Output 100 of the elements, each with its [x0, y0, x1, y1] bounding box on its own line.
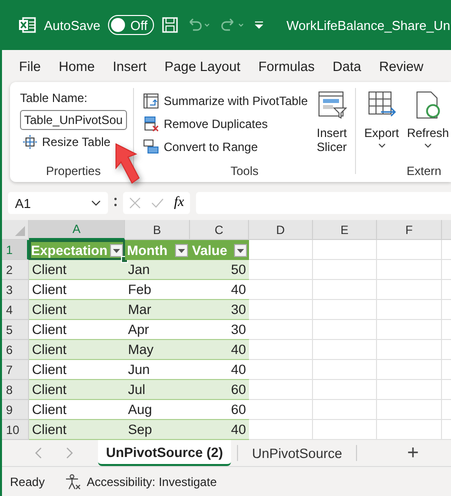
autosave-label: AutoSave [44, 18, 100, 32]
row-header[interactable]: 1 [2, 240, 29, 260]
pointer-arrow-icon [114, 143, 140, 185]
row-header[interactable]: 7 [2, 360, 29, 380]
ribbon-tab[interactable]: Data [326, 58, 368, 74]
redo-icon[interactable] [220, 17, 246, 33]
row-header[interactable]: 6 [2, 340, 29, 360]
row-header[interactable]: 2 [2, 260, 29, 280]
table-name-label: Table Name: [20, 91, 88, 105]
ribbon-tab[interactable]: File [12, 58, 48, 74]
table-cell: 50 [190, 260, 249, 280]
dropdown-icon [424, 143, 432, 148]
sheet-tab[interactable]: UnPivotSource (2) [98, 440, 232, 466]
slicer-icon [316, 90, 347, 120]
table-cell: Jul [125, 380, 190, 400]
refresh-button[interactable]: Refresh [404, 88, 451, 150]
filter-dropdown-icon[interactable] [234, 244, 247, 256]
remove-duplicates-button[interactable]: Remove Duplicates [140, 114, 311, 134]
row-header[interactable]: 3 [2, 280, 29, 300]
excel-logo-icon [18, 17, 36, 33]
column-header[interactable]: A [29, 220, 125, 240]
table-cell: Client [29, 420, 125, 440]
sheet-tab[interactable]: UnPivotSource [244, 440, 350, 466]
corner-triangle-icon [15, 226, 25, 236]
pivot-table-button[interactable]: Summarize with PivotTable [140, 91, 311, 111]
empty-cell[interactable] [313, 280, 377, 300]
empty-cell[interactable] [377, 300, 442, 320]
empty-cell[interactable] [313, 260, 377, 280]
row-header[interactable]: 8 [2, 380, 29, 400]
empty-cell[interactable] [377, 360, 442, 380]
table-cell: Sep [125, 420, 190, 440]
empty-cell[interactable] [313, 400, 377, 420]
empty-cell[interactable] [313, 300, 377, 320]
table-cell: Jan [125, 260, 190, 280]
accessibility-status[interactable]: Accessibility: Investigate [86, 474, 217, 488]
empty-cell[interactable] [377, 320, 442, 340]
remove-duplicates-icon [142, 116, 159, 132]
empty-cell[interactable] [313, 240, 377, 260]
autosave-toggle[interactable]: Off [108, 15, 154, 35]
select-all-corner[interactable] [2, 220, 29, 240]
table-cell: 40 [190, 420, 249, 440]
row-header[interactable]: 9 [2, 400, 29, 420]
empty-cell[interactable] [377, 260, 442, 280]
filter-dropdown-icon[interactable] [110, 244, 123, 256]
filter-dropdown-icon[interactable] [175, 244, 188, 256]
ribbon-tab[interactable]: Home [52, 58, 102, 74]
save-icon[interactable] [162, 17, 178, 33]
column-header[interactable]: F [377, 220, 442, 240]
table-cell: May [125, 340, 190, 360]
table-cell: Client [29, 300, 125, 320]
empty-cell[interactable] [377, 380, 442, 400]
table-cell: Client [29, 340, 125, 360]
column-header[interactable]: C [190, 220, 249, 240]
empty-cell[interactable] [313, 360, 377, 380]
table-cell: Client [29, 260, 125, 280]
group-label: Extern [406, 164, 442, 178]
row-header[interactable]: 5 [2, 320, 29, 340]
empty-cell[interactable] [313, 380, 377, 400]
accessibility-icon[interactable] [64, 474, 81, 490]
customize-toolbar-icon[interactable] [254, 20, 264, 30]
empty-cell[interactable] [377, 420, 442, 440]
empty-cell[interactable] [377, 280, 442, 300]
table-cell: 40 [190, 340, 249, 360]
empty-cell[interactable] [377, 400, 442, 420]
column-header[interactable]: B [125, 220, 190, 240]
empty-cell[interactable] [377, 240, 442, 260]
empty-cell[interactable] [377, 340, 442, 360]
next-sheet-icon[interactable] [66, 447, 74, 459]
empty-cell[interactable] [313, 340, 377, 360]
column-header[interactable]: D [249, 220, 313, 240]
enter-icon[interactable] [151, 197, 164, 209]
file-name: WorkLifeBalance_Share_Un [286, 18, 450, 32]
dropdown-icon [91, 200, 101, 206]
group-label: Tools [230, 164, 258, 178]
convert-to-range-button[interactable]: Convert to Range [140, 137, 311, 157]
empty-cell[interactable] [313, 320, 377, 340]
dropdown-icon [378, 143, 386, 148]
column-header[interactable]: E [313, 220, 377, 240]
table-cell: Client [29, 380, 125, 400]
resize-table-button[interactable]: Resize Table [20, 133, 114, 151]
previous-sheet-icon[interactable] [34, 447, 42, 459]
status-text: Ready [10, 474, 45, 488]
cancel-icon[interactable] [129, 197, 141, 209]
add-sheet-button[interactable]: + [403, 442, 423, 464]
row-header[interactable]: 4 [2, 300, 29, 320]
table-cell: 60 [190, 380, 249, 400]
convert-range-icon [142, 139, 159, 155]
export-button[interactable]: Export [362, 88, 401, 150]
ribbon-tab[interactable]: Insert [106, 58, 154, 74]
table-name-field[interactable]: Table_UnPivotSou [20, 110, 127, 130]
insert-function-button[interactable]: fx [174, 195, 184, 211]
empty-cell[interactable] [313, 420, 377, 440]
name-box[interactable]: A1 [8, 192, 108, 214]
ribbon-tab[interactable]: Review [372, 58, 430, 74]
row-header[interactable]: 10 [2, 420, 29, 440]
insert-slicer-button[interactable]: Insert Slicer [314, 88, 349, 157]
more-icon [114, 197, 117, 209]
ribbon-tab[interactable]: Page Layout [158, 58, 248, 74]
table-cell: 30 [190, 300, 249, 320]
ribbon-tab[interactable]: Formulas [251, 58, 322, 74]
